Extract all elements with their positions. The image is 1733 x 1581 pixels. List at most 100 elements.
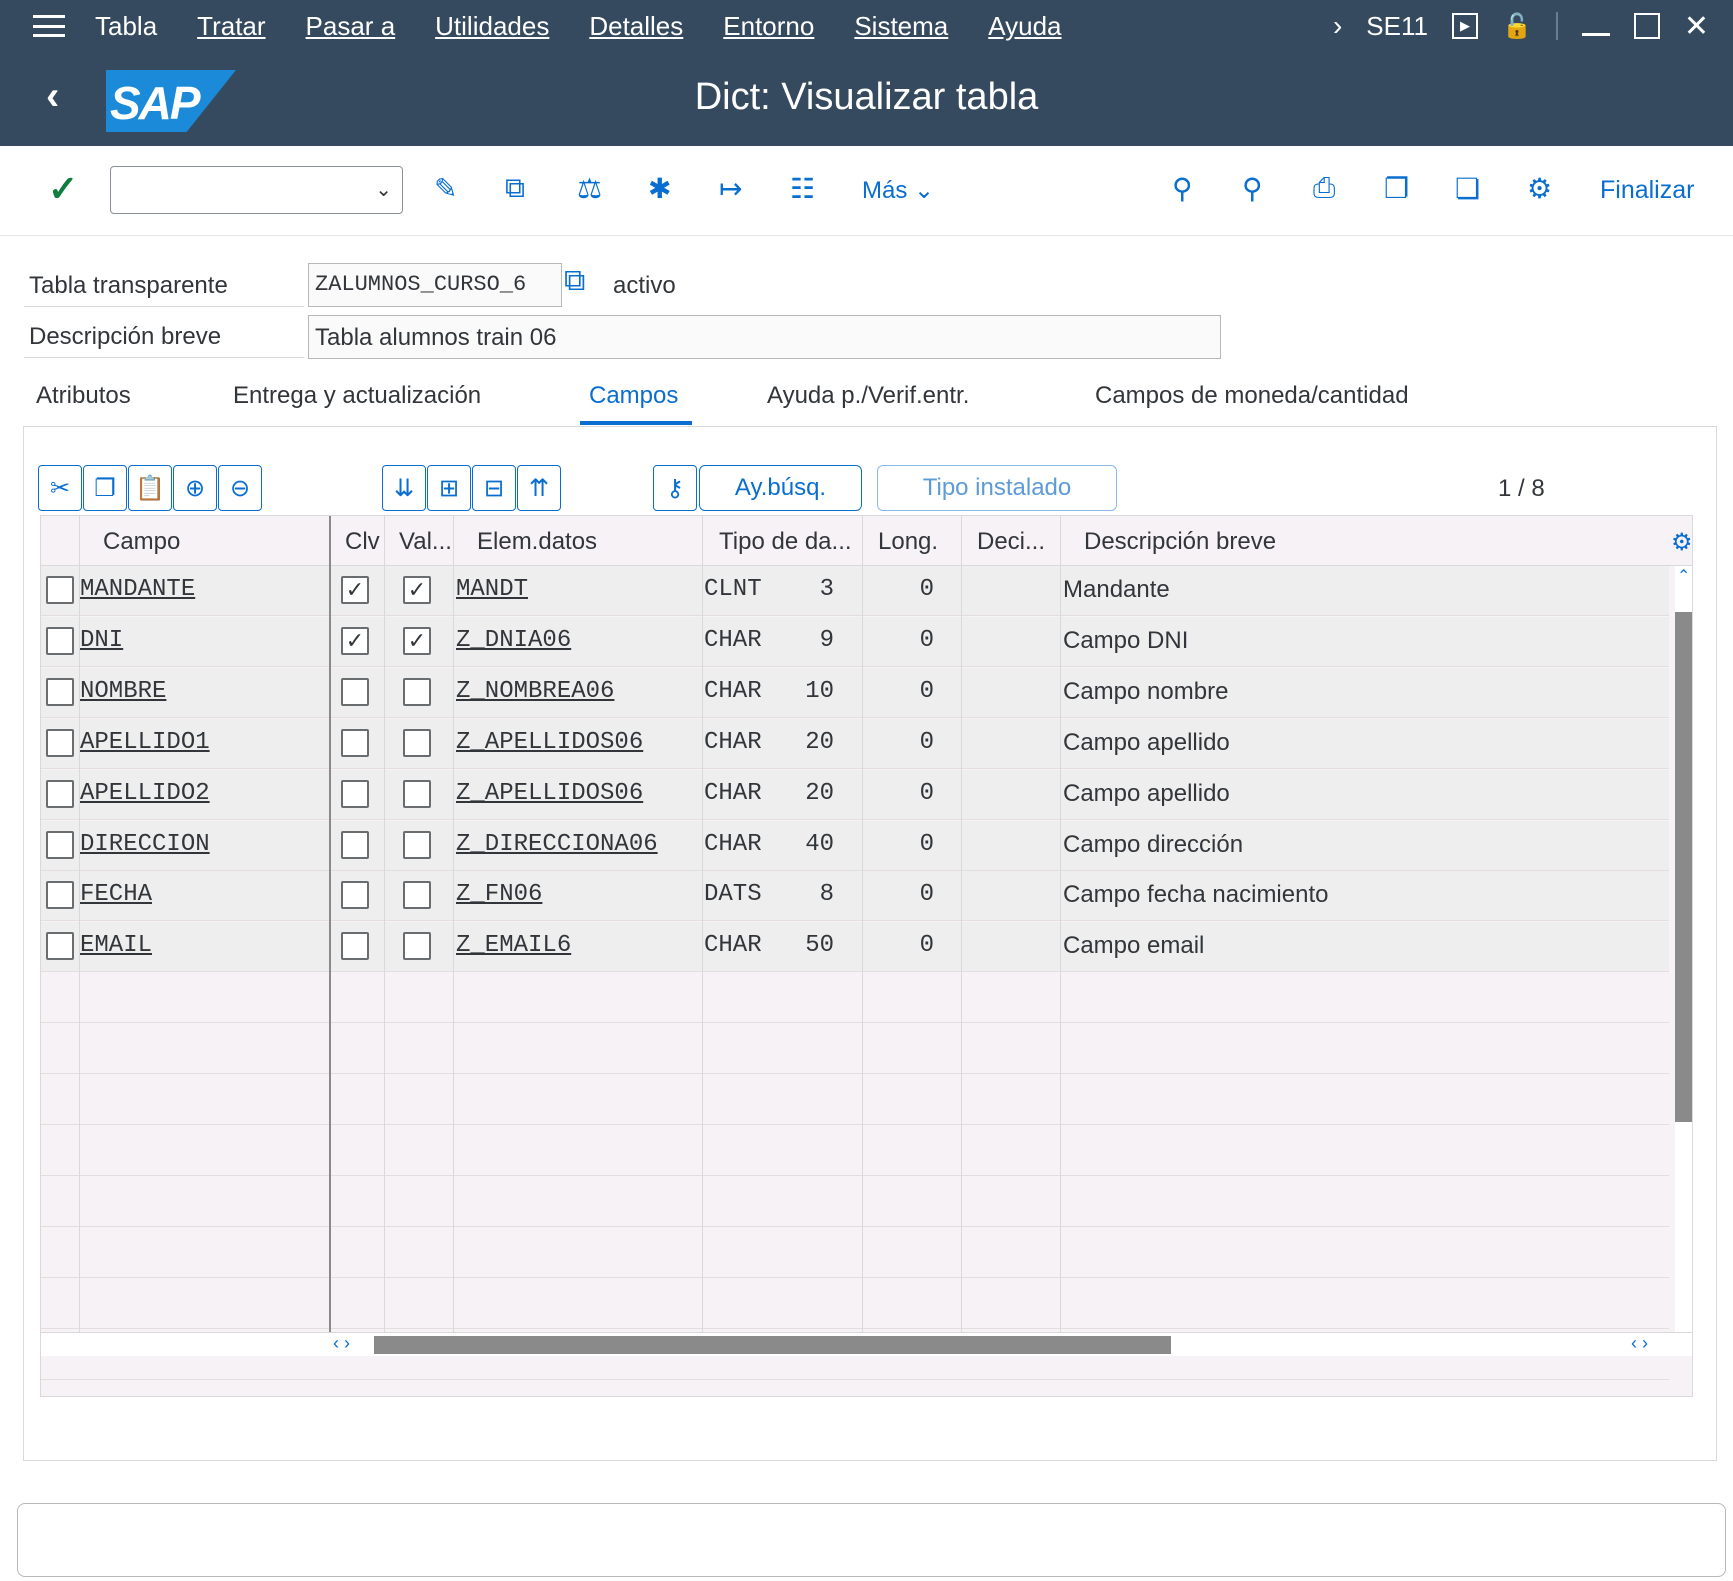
scroll-up-icon[interactable]: ⌃ — [1677, 566, 1690, 586]
row-select-checkbox[interactable] — [46, 728, 74, 757]
field-name[interactable]: DIRECCION — [80, 831, 210, 858]
data-element[interactable]: Z_FN06 — [456, 881, 542, 908]
row-select-checkbox[interactable] — [46, 830, 74, 859]
tab-entrega[interactable]: Entrega y actualización — [233, 382, 481, 410]
display-change-icon[interactable]: ✎ — [434, 172, 457, 205]
chevron-down-icon[interactable]: ⌄ — [375, 177, 392, 202]
field-name[interactable]: APELLIDO2 — [80, 780, 210, 807]
other-object-icon[interactable]: ⧉ — [505, 172, 525, 205]
data-element[interactable]: Z_DNIA06 — [456, 627, 571, 654]
settings-gear-icon[interactable]: ⚙ — [1527, 172, 1552, 205]
table-row[interactable]: DNI Z_DNIA06 CHAR 9 0 Campo DNI ✓ ✓ — [41, 616, 1669, 667]
finish-button[interactable]: Finalizar — [1600, 176, 1694, 205]
activate-wand-icon[interactable]: ✱ — [648, 172, 671, 205]
scroll-page-icon[interactable]: ‹ › — [1631, 1333, 1648, 1354]
table-settings-icon[interactable]: ⚙ — [1671, 528, 1692, 557]
minimize-icon[interactable] — [1581, 32, 1610, 36]
col-long[interactable]: Long. — [878, 528, 938, 556]
field-name[interactable]: MANDANTE — [80, 576, 195, 603]
search-help-button[interactable]: Ay.búsq. — [699, 465, 862, 511]
window-icon[interactable]: ❏ — [1455, 172, 1480, 205]
col-descripcion[interactable]: Descripción breve — [1084, 528, 1276, 556]
command-field[interactable]: ⌄ — [110, 166, 403, 214]
menu-hamburger-icon[interactable] — [33, 15, 65, 37]
table-row[interactable]: FECHA Z_FN06 DATS 8 0 Campo fecha nacimiento — [41, 871, 1669, 922]
col-campo[interactable]: Campo — [103, 528, 180, 556]
where-used-icon[interactable]: ↦ — [719, 172, 742, 205]
insert-row-icon[interactable]: ⊕ — [173, 465, 217, 511]
data-element[interactable]: Z_EMAIL6 — [456, 932, 571, 959]
field-name[interactable]: FECHA — [80, 881, 152, 908]
confirm-check-icon[interactable]: ✓ — [48, 168, 78, 210]
tab-campos[interactable]: Campos — [589, 382, 678, 410]
search-icon[interactable]: ⚲ — [1172, 172, 1193, 205]
col-val[interactable]: Val... — [399, 528, 452, 556]
check-balance-icon[interactable]: ⚖ — [577, 172, 602, 205]
col-tipo[interactable]: Tipo de da... — [719, 528, 852, 556]
tab-ayuda-verif[interactable]: Ayuda p./Verif.entr. — [767, 382, 969, 410]
more-menu[interactable]: Más ⌄ — [862, 176, 934, 205]
data-element[interactable]: Z_APELLIDOS06 — [456, 780, 643, 807]
table-name-field[interactable]: ZALUMNOS_CURSO_6 — [308, 263, 562, 307]
field-name[interactable]: DNI — [80, 627, 123, 654]
col-clave[interactable]: Clv — [345, 528, 380, 556]
data-element[interactable]: Z_APELLIDOS06 — [456, 729, 643, 756]
collapse-all-icon[interactable]: ⇈ — [517, 465, 561, 511]
new-window-icon[interactable]: ❐ — [1384, 172, 1409, 205]
field-name[interactable]: EMAIL — [80, 932, 152, 959]
menu-item-pasar-a[interactable]: Pasar a — [306, 11, 396, 42]
horizontal-scrollbar[interactable]: ‹ › ‹ › — [41, 1332, 1692, 1356]
row-select-checkbox[interactable] — [46, 677, 74, 706]
col-elem-datos[interactable]: Elem.datos — [477, 528, 597, 556]
menu-item-sistema[interactable]: Sistema — [854, 11, 948, 42]
expand-all-icon[interactable]: ⇊ — [382, 465, 426, 511]
vertical-scrollbar[interactable]: ⌃ — [1675, 566, 1692, 1332]
unlock-icon[interactable]: 🔓 — [1502, 12, 1532, 41]
cut-icon[interactable]: ✂ — [38, 465, 82, 511]
data-element[interactable]: Z_NOMBREA06 — [456, 678, 614, 705]
description-field[interactable]: Tabla alumnos train 06 — [308, 315, 1221, 359]
play-icon[interactable]: ▶ — [1451, 13, 1478, 39]
chevron-right-icon[interactable]: › — [1333, 10, 1342, 42]
table-row[interactable]: MANDANTE MANDT CLNT 3 0 Mandante ✓ ✓ — [41, 566, 1669, 616]
tab-atributos[interactable]: Atributos — [36, 382, 131, 410]
field-name[interactable]: APELLIDO1 — [80, 729, 210, 756]
horizontal-scroll-thumb[interactable] — [374, 1336, 1171, 1354]
row-select-checkbox[interactable] — [46, 626, 74, 655]
menu-item-entorno[interactable]: Entorno — [723, 11, 814, 42]
menu-item-tabla[interactable]: Tabla — [95, 11, 157, 42]
row-select-checkbox[interactable] — [46, 779, 74, 808]
table-row[interactable]: EMAIL Z_EMAIL6 CHAR 50 0 Campo email — [41, 922, 1669, 973]
data-element[interactable]: Z_DIRECCIONA06 — [456, 831, 658, 858]
include-icon[interactable]: ⊟ — [472, 465, 516, 511]
table-row[interactable]: APELLIDO1 Z_APELLIDOS06 CHAR 20 0 Campo apell… — [41, 718, 1669, 769]
print-icon[interactable]: ⎙ — [1313, 172, 1335, 205]
table-row[interactable]: NOMBRE Z_NOMBREA06 CHAR 10 0 Campo nombre — [41, 667, 1669, 718]
menu-item-detalles[interactable]: Detalles — [589, 11, 683, 42]
restore-icon[interactable] — [1633, 13, 1660, 39]
data-element[interactable]: MANDT — [456, 576, 528, 603]
vertical-scroll-thumb[interactable] — [1675, 612, 1692, 1122]
insert-include-icon[interactable]: ⊞ — [427, 465, 471, 511]
delete-row-icon[interactable]: ⊖ — [218, 465, 262, 511]
row-select-checkbox[interactable] — [46, 576, 74, 604]
copy-rows-icon[interactable]: ❐ — [83, 465, 127, 511]
col-deci[interactable]: Deci... — [977, 528, 1045, 556]
hierarchy-icon[interactable]: ☷ — [790, 172, 815, 205]
search-next-icon[interactable]: ⚲ — [1242, 172, 1263, 205]
tab-campos-moneda[interactable]: Campos de moneda/cantidad — [1095, 382, 1409, 410]
builtin-type-button[interactable]: Tipo instalado — [877, 465, 1117, 511]
menu-item-ayuda[interactable]: Ayuda — [988, 11, 1061, 42]
key-icon[interactable]: ⚷ — [653, 465, 697, 511]
table-row[interactable]: DIRECCION Z_DIRECCIONA06 CHAR 40 0 Campo dire… — [41, 820, 1669, 871]
scroll-left-right-icon[interactable]: ‹ › — [333, 1333, 350, 1354]
table-row[interactable]: APELLIDO2 Z_APELLIDOS06 CHAR 20 0 Campo apell… — [41, 769, 1669, 820]
paste-icon[interactable]: 📋 — [128, 465, 172, 511]
close-icon[interactable]: ✕ — [1684, 9, 1709, 44]
menu-item-tratar[interactable]: Tratar — [197, 11, 265, 42]
row-select-checkbox[interactable] — [46, 881, 74, 910]
menu-item-utilidades[interactable]: Utilidades — [435, 11, 549, 42]
row-select-checkbox[interactable] — [46, 932, 74, 961]
copy-icon[interactable]: ⧉ — [564, 264, 585, 298]
field-name[interactable]: NOMBRE — [80, 678, 166, 705]
